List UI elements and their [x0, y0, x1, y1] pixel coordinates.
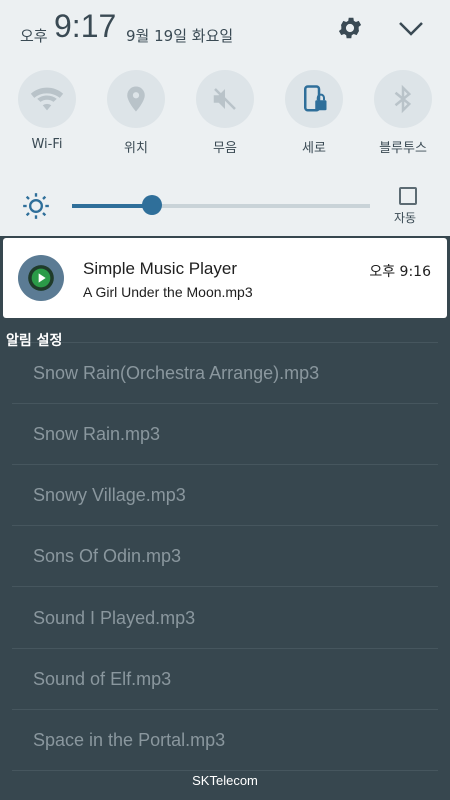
auto-brightness-checkbox[interactable]	[399, 187, 417, 205]
music-player-app-icon	[18, 255, 64, 301]
quick-setting-label: Wi-Fi	[31, 137, 63, 152]
music-notification-card[interactable]: Simple Music Player A Girl Under the Moo…	[3, 238, 447, 318]
notification-subtitle: A Girl Under the Moon.mp3	[83, 284, 253, 300]
list-item[interactable]: Snowy Village.mp3	[12, 465, 438, 526]
auto-brightness-label: 자동	[394, 211, 417, 225]
location-icon	[107, 70, 165, 128]
portrait-lock-icon	[285, 70, 343, 128]
date-label: 9월 19일 화요일	[126, 27, 234, 45]
brightness-icon	[23, 193, 49, 219]
wifi-icon	[18, 70, 76, 128]
ampm-label: 오후	[20, 27, 48, 45]
notification-shade: 오후 9:17 9월 19일 화요일 Wi-Fi 위치 무음 세로 블루투스 자…	[0, 0, 450, 236]
list-item[interactable]: Space in the Portal.mp3	[12, 710, 438, 771]
quick-setting-label: 세로	[302, 141, 326, 156]
quick-setting-label: 무음	[213, 141, 237, 156]
notification-time: 오후 9:16	[369, 264, 431, 280]
quick-setting-portrait[interactable]: 세로	[283, 70, 345, 156]
chevron-down-icon[interactable]	[397, 20, 425, 38]
quick-setting-location[interactable]: 위치	[105, 70, 167, 156]
quick-setting-label: 블루투스	[379, 141, 427, 156]
brightness-slider-fill	[72, 204, 152, 208]
gear-icon[interactable]	[336, 14, 364, 42]
notification-title: Simple Music Player	[83, 259, 237, 278]
quick-setting-wifi[interactable]: Wi-Fi	[16, 70, 78, 152]
list-item[interactable]: Sons Of Odin.mp3	[12, 526, 438, 587]
quick-setting-mute[interactable]: 무음	[194, 70, 256, 156]
list-item[interactable]: Snow Rain(Orchestra Arrange).mp3	[12, 343, 438, 404]
mute-icon	[196, 70, 254, 128]
brightness-slider-thumb[interactable]	[142, 195, 162, 215]
clock-time: 9:17	[54, 8, 117, 44]
list-item[interactable]: Sound I Played.mp3	[12, 588, 438, 649]
quick-setting-label: 위치	[124, 141, 148, 156]
bluetooth-icon	[374, 70, 432, 128]
quick-setting-bluetooth[interactable]: 블루투스	[372, 70, 434, 156]
list-item[interactable]: Sound of Elf.mp3	[12, 649, 438, 710]
notification-settings-link[interactable]: 알림 설정	[6, 330, 62, 350]
carrier-label: SKTelecom	[192, 773, 258, 788]
list-item[interactable]: Snow Rain.mp3	[12, 404, 438, 465]
